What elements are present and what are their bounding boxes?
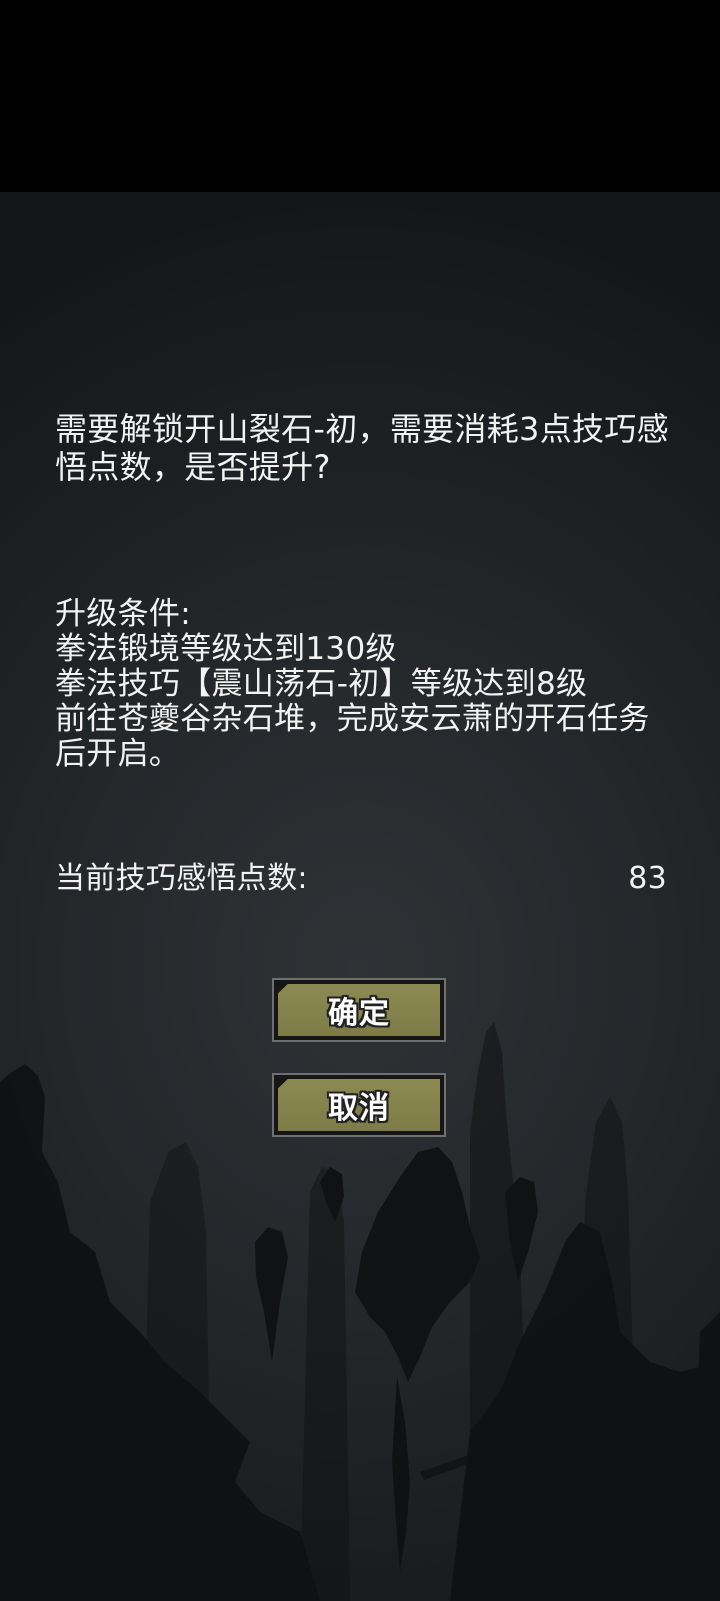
- confirm-button-label: 确定: [328, 996, 390, 1031]
- condition-item: 拳法技巧【震山荡石-初】等级达到8级: [55, 666, 588, 702]
- status-bar: [0, 0, 720, 192]
- cancel-button[interactable]: 取消: [272, 1073, 446, 1137]
- unlock-question-text: 需要解锁开山裂石-初，需要消耗3点技巧感悟点数，是否提升?: [55, 410, 669, 486]
- cancel-button-label: 取消: [328, 1091, 390, 1126]
- condition-item: 拳法锻境等级达到130级: [55, 631, 397, 667]
- condition-item: 前往苍夔谷杂石堆，完成安云萧的开石任务后开启。: [55, 701, 650, 772]
- cancel-button-face[interactable]: 取消: [278, 1079, 440, 1131]
- skill-points-label: 当前技巧感悟点数:: [55, 861, 308, 896]
- confirm-button[interactable]: 确定: [272, 978, 446, 1042]
- upgrade-dialog: 需要解锁开山裂石-初，需要消耗3点技巧感悟点数，是否提升? 升级条件: 拳法锻境…: [0, 192, 720, 1601]
- confirm-button-face[interactable]: 确定: [278, 984, 440, 1036]
- skill-points-value: 83: [628, 861, 667, 896]
- mountain-silhouette-background: [0, 1022, 720, 1601]
- conditions-title: 升级条件:: [55, 596, 191, 632]
- game-screen: 需要解锁开山裂石-初，需要消耗3点技巧感悟点数，是否提升? 升级条件: 拳法锻境…: [0, 0, 720, 1601]
